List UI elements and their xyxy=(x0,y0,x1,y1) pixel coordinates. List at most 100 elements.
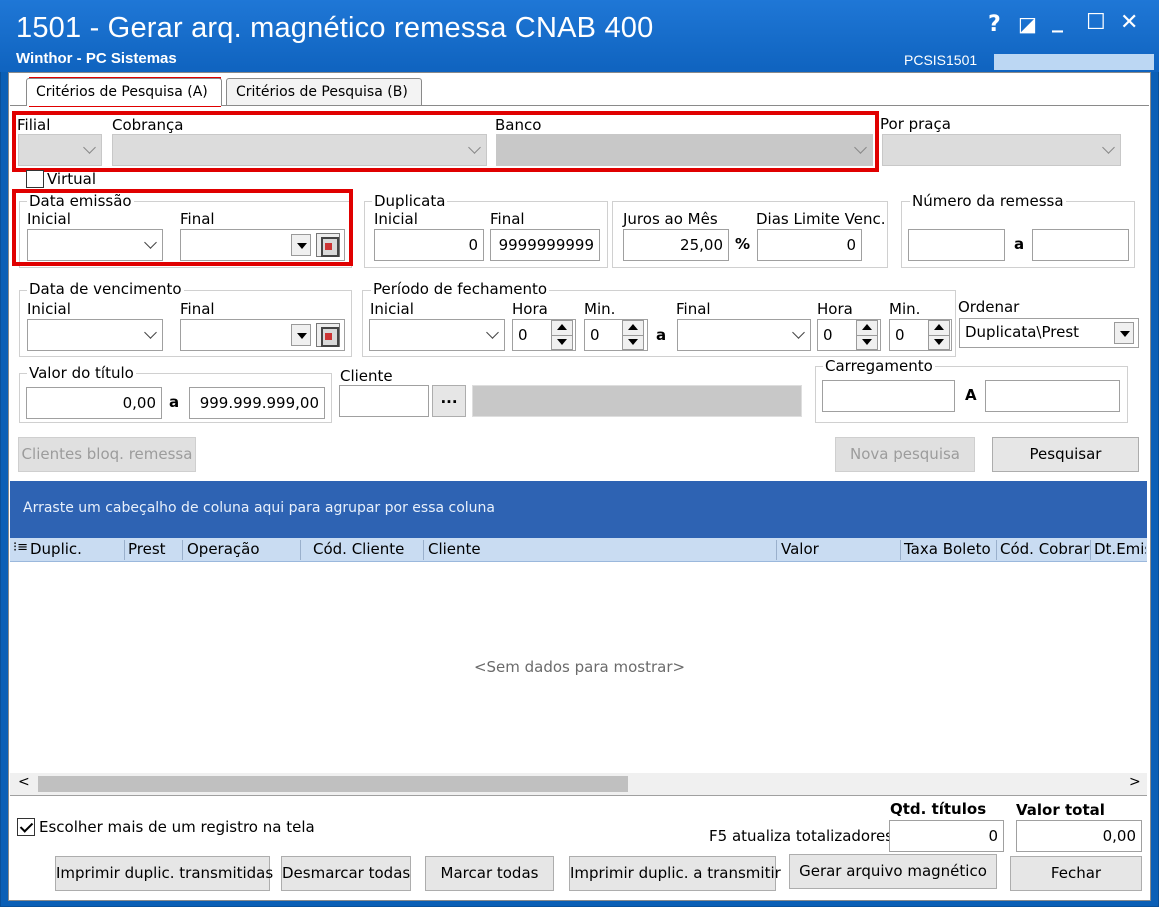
escolher-checkbox[interactable] xyxy=(17,818,35,836)
dropdown-arrow-icon[interactable] xyxy=(291,324,311,346)
valor-total-field: 0,00 xyxy=(1016,820,1142,852)
banco-combo[interactable] xyxy=(496,134,873,166)
grid-column-header: ⁝≡ Duplic. Prest Operação Cód. Cliente C… xyxy=(10,538,1147,562)
clientes-bloq-button[interactable]: Clientes bloq. remessa xyxy=(18,437,196,472)
valor-titulo-from-input[interactable]: 0,00 xyxy=(26,387,162,419)
minimize-icon[interactable]: _ xyxy=(1052,8,1063,33)
por-praca-combo[interactable] xyxy=(882,134,1121,166)
imprimir-a-transmitir-button[interactable]: Imprimir duplic. a transmitir xyxy=(569,856,781,891)
column-chooser-icon[interactable]: ⁝≡ xyxy=(13,540,28,555)
f5-label: F5 atualiza totalizadores xyxy=(709,827,893,845)
group-by-panel[interactable]: Arraste um cabeçalho de coluna aqui para… xyxy=(10,481,1147,538)
periodo-final-input[interactable] xyxy=(677,319,811,351)
imprimir-transmitidas-button[interactable]: Imprimir duplic. transmitidas xyxy=(55,856,273,891)
filial-combo[interactable] xyxy=(18,134,102,166)
maximize-icon[interactable]: ☐ xyxy=(1086,10,1106,35)
col-valor[interactable]: Valor xyxy=(781,540,819,558)
program-code: PCSIS1501 xyxy=(904,52,978,68)
scroll-thumb[interactable] xyxy=(38,776,628,792)
virtual-checkbox[interactable] xyxy=(26,170,44,188)
window-subtitle: Winthor - PC Sistemas xyxy=(16,50,177,67)
col-cod-cobrar[interactable]: Cód. Cobrar xyxy=(1000,540,1090,558)
col-dt-emis[interactable]: Dt.Emis xyxy=(1094,540,1146,558)
col-prest[interactable]: Prest xyxy=(128,540,166,558)
por-praca-label: Por praça xyxy=(880,115,951,133)
group-by-hint: Arraste um cabeçalho de coluna aqui para… xyxy=(23,500,496,516)
calendar-icon[interactable] xyxy=(316,233,340,257)
marcar-todas-button[interactable]: Marcar todas xyxy=(425,856,554,891)
grid-horizontal-scrollbar[interactable]: < > xyxy=(10,773,1147,795)
periodo-hora2-spinner[interactable] xyxy=(856,320,878,350)
dropdown-arrow-icon[interactable] xyxy=(291,234,311,256)
banco-label: Banco xyxy=(495,116,542,134)
gerar-arquivo-button[interactable]: Gerar arquivo magnético xyxy=(789,854,997,889)
col-cod-cliente[interactable]: Cód. Cliente xyxy=(313,540,404,558)
periodo-final-label: Final xyxy=(676,300,711,318)
periodo-title: Período de fechamento xyxy=(371,280,550,298)
tab-criterios-a[interactable]: Critérios de Pesquisa (A) xyxy=(26,78,222,106)
restore-icon[interactable]: ◪ xyxy=(1018,12,1037,36)
close-icon[interactable]: ✕ xyxy=(1120,10,1138,35)
cobranca-combo[interactable] xyxy=(112,134,487,166)
cliente-code-input[interactable] xyxy=(339,385,429,417)
periodo-min1-spinner[interactable] xyxy=(622,320,644,350)
nova-pesquisa-button[interactable]: Nova pesquisa xyxy=(835,437,975,472)
chevron-down-icon xyxy=(83,141,96,154)
qtd-titulos-label: Qtd. títulos xyxy=(890,800,987,818)
numero-remessa-to-input[interactable] xyxy=(1032,229,1129,261)
col-taxa-boleto[interactable]: Taxa Boleto xyxy=(904,540,991,558)
juros-input[interactable]: 25,00 xyxy=(623,229,729,261)
pesquisar-button[interactable]: Pesquisar xyxy=(992,437,1139,472)
periodo-hora1-spinner[interactable] xyxy=(551,320,573,350)
escolher-label: Escolher mais de um registro na tela xyxy=(39,818,315,836)
chevron-down-icon xyxy=(486,326,499,339)
dias-limite-label: Dias Limite Venc. xyxy=(756,210,886,228)
tab-criterios-b[interactable]: Critérios de Pesquisa (B) xyxy=(226,78,422,106)
data-emissao-inicial-input[interactable] xyxy=(27,229,163,261)
numero-remessa-sep: a xyxy=(1014,235,1025,253)
data-vencimento-inicial-input[interactable] xyxy=(27,319,163,351)
numero-remessa-from-input[interactable] xyxy=(908,229,1005,261)
filial-label: Filial xyxy=(17,116,51,134)
periodo-hora1-label: Hora xyxy=(512,300,548,318)
scroll-right-icon[interactable]: > xyxy=(1129,774,1141,790)
periodo-hora2-label: Hora xyxy=(817,300,853,318)
numero-remessa-title: Número da remessa xyxy=(910,192,1066,210)
carregamento-to-input[interactable] xyxy=(985,380,1120,412)
col-operacao[interactable]: Operação xyxy=(187,540,260,558)
cobranca-label: Cobrança xyxy=(112,116,184,134)
data-vencimento-title: Data de vencimento xyxy=(27,280,184,298)
chevron-down-icon xyxy=(144,236,157,249)
help-icon[interactable]: ? xyxy=(988,12,1001,37)
data-emissao-inicial-label: Inicial xyxy=(27,210,71,228)
duplicata-title: Duplicata xyxy=(372,192,448,210)
ordenar-dropdown-icon[interactable] xyxy=(1114,322,1134,344)
data-emissao-final-input[interactable] xyxy=(180,229,345,261)
valor-titulo-to-input[interactable]: 999.999.999,00 xyxy=(189,387,325,419)
data-vencimento-final-input[interactable] xyxy=(180,319,345,351)
cliente-name-field xyxy=(472,385,802,417)
duplicata-final-input[interactable]: 9999999999 xyxy=(490,229,600,261)
qtd-titulos-field: 0 xyxy=(889,820,1004,852)
cliente-lookup-button[interactable]: ... xyxy=(432,385,466,417)
juros-label: Juros ao Mês xyxy=(623,210,718,228)
virtual-label: Virtual xyxy=(47,170,97,188)
fechar-button[interactable]: Fechar xyxy=(1010,856,1142,891)
valor-total-label: Valor total xyxy=(1016,801,1105,819)
col-duplic[interactable]: Duplic. xyxy=(30,540,82,558)
desmarcar-todas-button[interactable]: Desmarcar todas xyxy=(281,856,411,891)
ordenar-select[interactable]: Duplicata\Prest xyxy=(959,318,1139,348)
dias-limite-input[interactable]: 0 xyxy=(757,229,862,261)
scroll-left-icon[interactable]: < xyxy=(18,774,30,790)
duplicata-inicial-input[interactable]: 0 xyxy=(374,229,484,261)
col-cliente[interactable]: Cliente xyxy=(428,540,481,558)
periodo-min2-spinner[interactable] xyxy=(928,320,950,350)
data-emissao-final-label: Final xyxy=(180,210,215,228)
footer-divider xyxy=(10,795,1147,796)
carregamento-from-input[interactable] xyxy=(822,380,955,412)
program-code-bar xyxy=(994,54,1154,70)
calendar-icon[interactable] xyxy=(316,323,340,347)
valor-titulo-title: Valor do título xyxy=(27,364,136,382)
carregamento-sep: A xyxy=(965,386,977,404)
periodo-inicial-input[interactable] xyxy=(369,319,505,351)
